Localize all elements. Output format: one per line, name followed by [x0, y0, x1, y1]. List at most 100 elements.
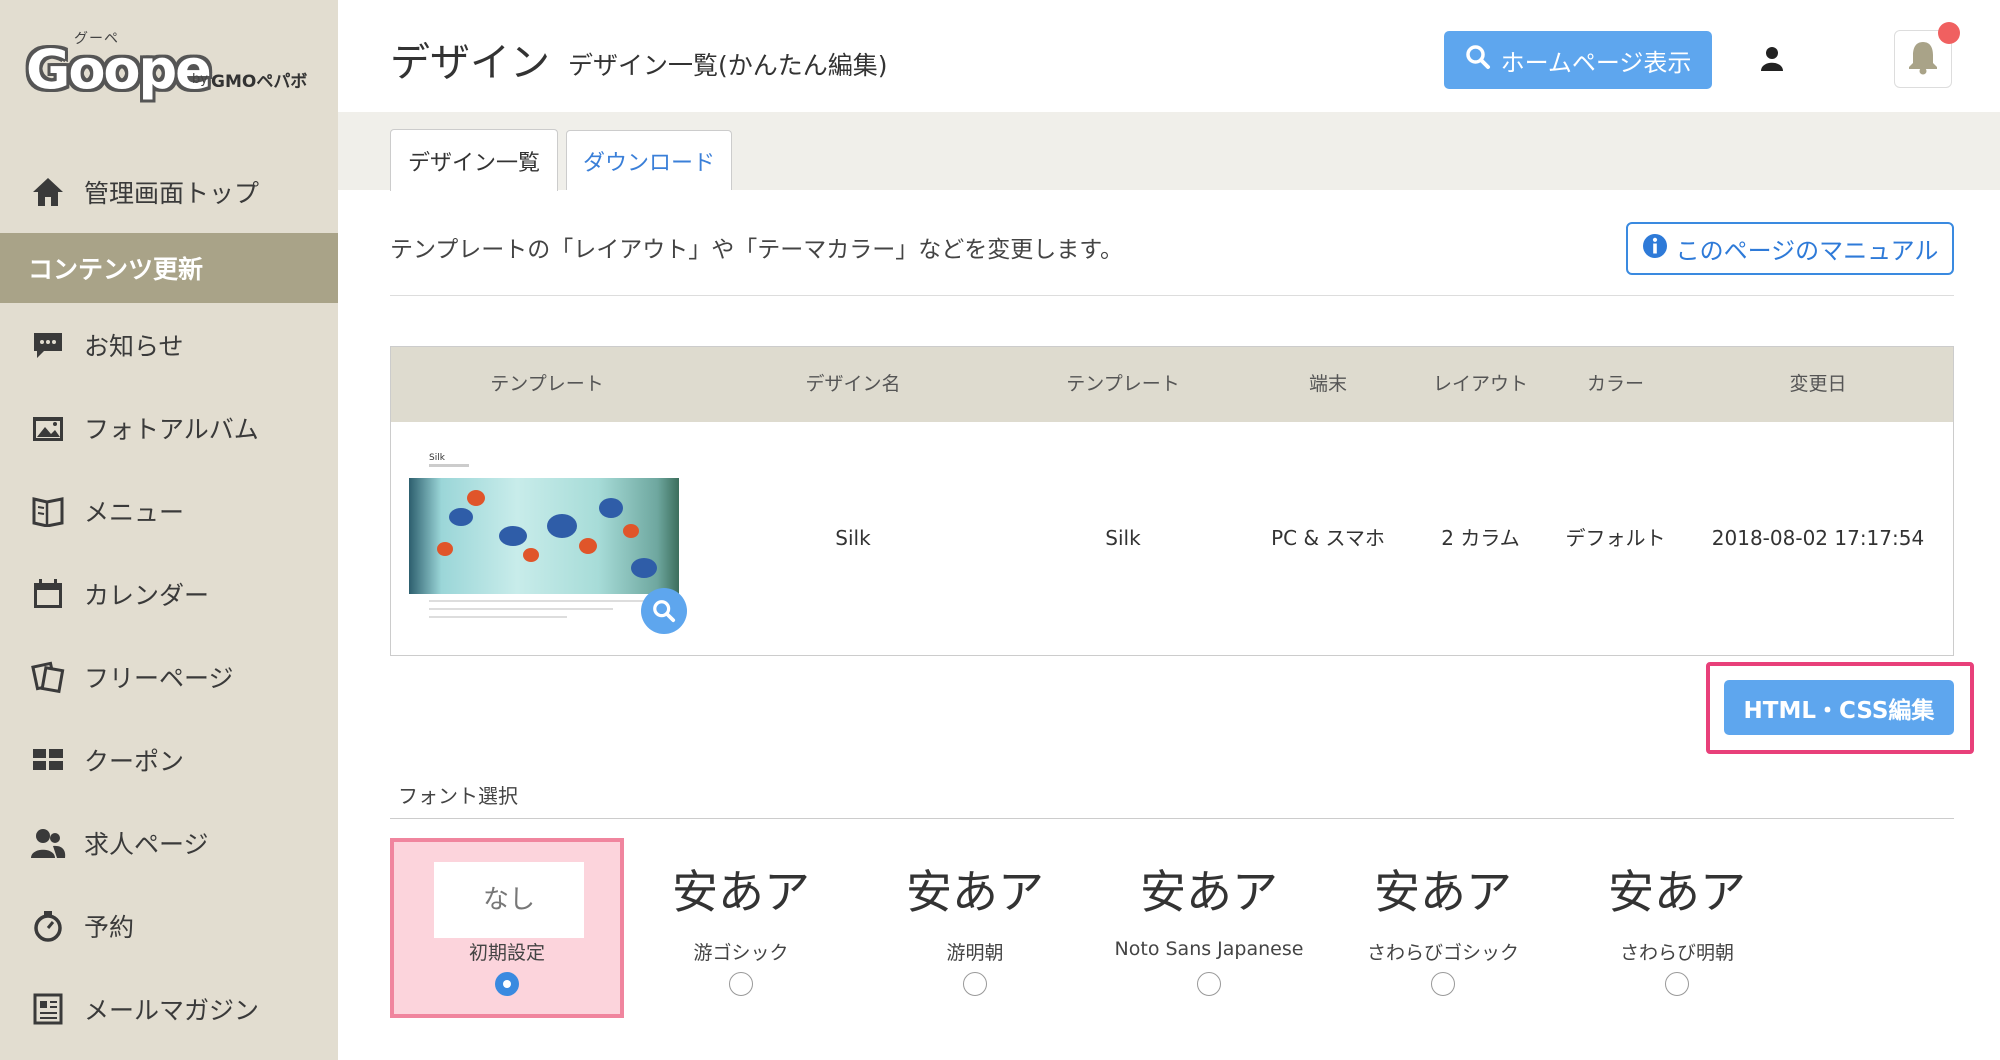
template-thumbnail[interactable]: Silk — [407, 452, 681, 622]
font-section-label: フォント選択 — [398, 784, 518, 808]
font-option-sawarabi-gothic[interactable]: 安あア さわらびゴシック — [1326, 838, 1560, 1018]
sidebar-item-label: メールマガジン — [84, 995, 260, 1025]
newsletter-icon — [30, 991, 66, 1027]
font-sample: なし — [434, 862, 584, 938]
manual-button[interactable]: このページのマニュアル — [1626, 222, 1954, 275]
table-header: テンプレート デザイン名 テンプレート 端末 レイアウト カラー 変更日 — [391, 347, 1953, 422]
manual-button-label: このページのマニュアル — [1675, 237, 1939, 265]
divider — [390, 818, 1954, 819]
logo-company-text: GMOペパボ — [211, 72, 308, 92]
layout-cell: 2 カラム — [1441, 526, 1520, 550]
thumbnail-text-line — [429, 608, 613, 610]
template-name-cell: Silk — [1105, 526, 1141, 550]
sidebar-item-label: フリーページ — [84, 663, 234, 693]
sidebar-item-label: クーポン — [84, 746, 185, 776]
column-header: テンプレート — [490, 373, 604, 395]
font-name: 游明朝 — [946, 942, 1004, 964]
bell-icon — [1906, 39, 1940, 79]
html-css-edit-button[interactable]: HTML・CSS編集 — [1724, 680, 1954, 735]
sidebar: グーペ Goope by GMOペパボ 管理画面トップ コンテンツ更新 お知らせ… — [0, 0, 338, 1060]
font-option-yu-gothic[interactable]: 安あア 游ゴシック — [624, 838, 858, 1018]
search-icon — [1465, 44, 1491, 76]
color-cell: デフォルト — [1565, 526, 1666, 550]
thumbnail-text-lines — [429, 600, 659, 624]
sidebar-item-label: カレンダー — [84, 580, 210, 610]
column-header: 変更日 — [1789, 373, 1847, 395]
font-radio[interactable] — [729, 972, 753, 996]
sidebar-item-menu[interactable]: メニュー — [0, 469, 338, 552]
thumbnail-flower — [523, 548, 539, 562]
font-name: さわらびゴシック — [1366, 942, 1519, 964]
people-icon — [30, 825, 66, 861]
user-icon[interactable] — [1758, 44, 1786, 72]
sidebar-item-coupon[interactable]: クーポン — [0, 718, 338, 801]
template-thumbnail-cell: Silk — [391, 422, 703, 655]
thumbnail-text-line — [429, 616, 567, 618]
font-sample: 安あア — [672, 865, 810, 919]
font-radio[interactable] — [1431, 972, 1455, 996]
font-option-yu-mincho[interactable]: 安あア 游明朝 — [858, 838, 1092, 1018]
font-radio[interactable] — [963, 972, 987, 996]
thumbnail-flower — [467, 490, 485, 506]
sidebar-item-label: 求人ページ — [84, 829, 209, 859]
device-cell: PC & スマホ — [1271, 526, 1385, 550]
page-title: デザイン — [390, 40, 550, 86]
calendar-icon — [30, 576, 66, 612]
font-option-sawarabi-mincho[interactable]: 安あア さわらび明朝 — [1560, 838, 1794, 1018]
sidebar-item-label: メニュー — [84, 497, 185, 527]
sidebar-item-content-update[interactable]: コンテンツ更新 — [0, 233, 338, 303]
sidebar-item-dashboard[interactable]: 管理画面トップ — [0, 150, 338, 233]
search-icon — [652, 599, 676, 623]
thumbnail-flower — [437, 542, 453, 556]
thumbnail-blossom — [449, 508, 473, 526]
font-sample: 安あア — [906, 865, 1044, 919]
coupon-icon — [30, 742, 66, 778]
info-icon — [1642, 233, 1668, 265]
sidebar-item-news[interactable]: お知らせ — [0, 303, 338, 386]
updated-date-cell: 2018-08-02 17:17:54 — [1711, 526, 1925, 550]
pages-icon — [30, 659, 66, 695]
sidebar-item-reservation[interactable]: 予約 — [0, 884, 338, 967]
font-name: 初期設定 — [468, 942, 545, 964]
design-name-cell: Silk — [835, 526, 871, 550]
timer-icon — [30, 908, 66, 944]
font-radio[interactable] — [1197, 972, 1221, 996]
book-icon — [30, 493, 66, 529]
column-header: 端末 — [1308, 373, 1347, 395]
view-homepage-button[interactable]: ホームページ表示 — [1444, 31, 1712, 89]
tab-design-list[interactable]: デザイン一覧 — [390, 129, 558, 191]
font-option-default[interactable]: なし 初期設定 — [390, 838, 624, 1018]
goope-logo[interactable]: グーペ Goope by GMOペパボ — [22, 28, 322, 118]
column-header: カラー — [1586, 373, 1644, 395]
sidebar-item-recruit[interactable]: 求人ページ — [0, 801, 338, 884]
sidebar-item-newsletter[interactable]: メールマガジン — [0, 967, 338, 1050]
thumbnail-site-title: Silk — [429, 453, 445, 463]
font-radio[interactable] — [495, 972, 519, 996]
font-sample: 安あア — [1608, 865, 1746, 919]
font-radio[interactable] — [1665, 972, 1689, 996]
font-name: Noto Sans Japanese — [1114, 938, 1304, 960]
thumbnail-flower — [579, 538, 597, 554]
sidebar-item-photo-album[interactable]: フォトアルバム — [0, 386, 338, 469]
header: デザイン デザイン一覧(かんたん編集) ホームページ表示 — [338, 0, 2000, 112]
font-name: 游ゴシック — [693, 942, 789, 964]
photo-icon — [30, 410, 66, 446]
tab-download[interactable]: ダウンロード — [566, 130, 732, 190]
home-icon — [30, 174, 66, 210]
sidebar-item-calendar[interactable]: カレンダー — [0, 552, 338, 635]
view-homepage-label: ホームページ表示 — [1500, 48, 1692, 77]
font-option-noto-sans[interactable]: 安あア Noto Sans Japanese — [1092, 838, 1326, 1018]
sidebar-item-label: お知らせ — [84, 331, 184, 361]
preview-zoom-button[interactable] — [641, 588, 687, 634]
intro-text: テンプレートの「レイアウト」や「テーマカラー」などを変更します。 — [390, 237, 1124, 263]
column-header: テンプレート — [1066, 373, 1180, 395]
font-sample: 安あア — [1374, 865, 1512, 919]
column-header: デザイン名 — [805, 373, 901, 395]
thumbnail-blossom — [599, 498, 623, 518]
column-header: レイアウト — [1432, 373, 1528, 395]
font-sample: 安あア — [1140, 865, 1278, 919]
sidebar-item-free-page[interactable]: フリーページ — [0, 635, 338, 718]
logo-main-text: Goope — [26, 38, 212, 101]
thumbnail-blossom — [547, 514, 577, 538]
thumbnail-image — [409, 478, 679, 594]
